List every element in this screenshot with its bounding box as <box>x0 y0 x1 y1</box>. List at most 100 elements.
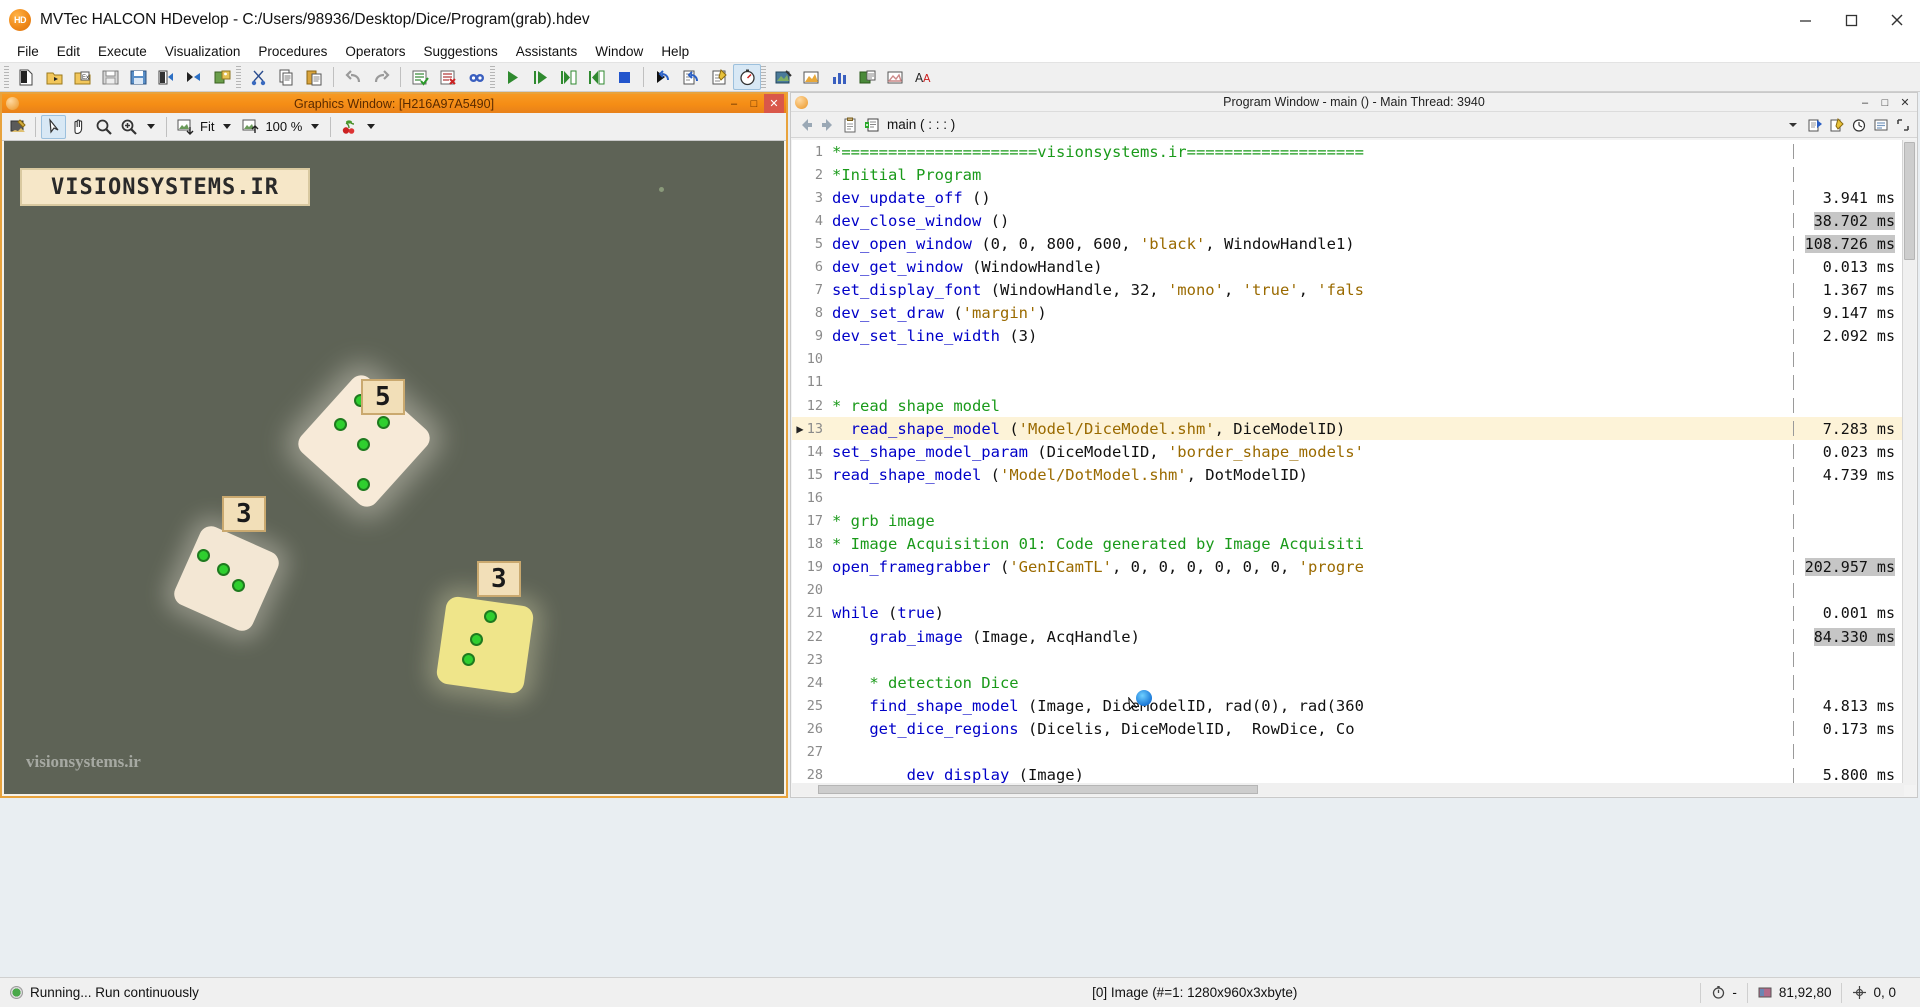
code-horizontal-scrollbar-thumb[interactable] <box>818 785 1258 794</box>
code-line[interactable]: 23 <box>792 648 1904 671</box>
run-icon[interactable] <box>498 64 526 90</box>
program-maximize-button[interactable]: □ <box>1875 93 1895 112</box>
nav-back-icon[interactable] <box>795 114 817 136</box>
code-line[interactable]: 4dev_close_window ()38.702 ms <box>792 209 1904 232</box>
undo-icon[interactable] <box>339 64 367 90</box>
save-program-icon[interactable] <box>96 64 124 90</box>
paste-icon[interactable] <box>300 64 328 90</box>
continue-icon[interactable] <box>677 64 705 90</box>
code-line[interactable]: 10 <box>792 348 1904 371</box>
open-program-icon[interactable] <box>40 64 68 90</box>
feature-plot-icon[interactable] <box>881 64 909 90</box>
program-window-title-bar[interactable]: Program Window - main () - Main Thread: … <box>791 93 1917 112</box>
code-line[interactable]: 21while (true)0.001 ms <box>792 602 1904 625</box>
code-line[interactable]: 14set_shape_model_param (DiceModelID, 'b… <box>792 440 1904 463</box>
stop-icon[interactable] <box>610 64 638 90</box>
cut-icon[interactable] <box>244 64 272 90</box>
code-editor[interactable]: 1*=====================visionsystems.ir=… <box>792 140 1904 785</box>
new-program-icon[interactable] <box>12 64 40 90</box>
code-line[interactable]: ▶13 read_shape_model ('Model/DiceModel.s… <box>792 417 1904 440</box>
toolbar-grip-3[interactable] <box>490 66 495 88</box>
code-line[interactable]: 12* read shape model <box>792 394 1904 417</box>
code-line[interactable]: 11 <box>792 371 1904 394</box>
step-into-icon[interactable] <box>554 64 582 90</box>
maximize-button[interactable] <box>1828 0 1874 40</box>
cherry-color-icon[interactable] <box>336 115 361 139</box>
step-over-icon[interactable] <box>526 64 554 90</box>
code-line[interactable]: 1*=====================visionsystems.ir=… <box>792 140 1904 163</box>
image-variable-icon[interactable] <box>769 64 797 90</box>
menu-file[interactable]: File <box>8 44 48 59</box>
code-line[interactable]: 20 <box>792 579 1904 602</box>
code-line[interactable]: 16 <box>792 486 1904 509</box>
menu-edit[interactable]: Edit <box>48 44 89 59</box>
edit-icon[interactable] <box>1826 114 1848 136</box>
chevron-down-icon[interactable] <box>1782 114 1804 136</box>
save-as-icon[interactable] <box>124 64 152 90</box>
code-line[interactable]: 8dev_set_draw ('margin')9.147 ms <box>792 302 1904 325</box>
clipboard-icon[interactable] <box>839 114 861 136</box>
zoom-dropdown-caret-icon[interactable] <box>147 124 155 129</box>
code-line[interactable]: 15read_shape_model ('Model/DotModel.shm'… <box>792 463 1904 486</box>
program-close-button[interactable]: ✕ <box>1895 93 1915 112</box>
settings-icon[interactable] <box>1870 114 1892 136</box>
toolbar-grip-4[interactable] <box>761 66 766 88</box>
fit-image-icon[interactable] <box>172 115 197 139</box>
redo-icon[interactable] <box>367 64 395 90</box>
code-vertical-scrollbar[interactable] <box>1902 140 1916 785</box>
nav-forward-icon[interactable] <box>817 114 839 136</box>
code-line[interactable]: 24 * detection Dice <box>792 671 1904 694</box>
code-line[interactable]: 18* Image Acquisition 01: Code generated… <box>792 533 1904 556</box>
menu-help[interactable]: Help <box>652 44 698 59</box>
code-line[interactable]: 5dev_open_window (0, 0, 800, 600, 'black… <box>792 232 1904 255</box>
toolbar-grip[interactable] <box>4 66 9 88</box>
code-line[interactable]: 27 <box>792 740 1904 763</box>
zoom-level-dropdown-caret-icon[interactable] <box>311 124 319 129</box>
graphics-minimize-button[interactable]: – <box>724 94 744 113</box>
procedure-icon[interactable] <box>861 114 883 136</box>
insert-operator-icon[interactable] <box>1804 114 1826 136</box>
code-line[interactable]: 22 grab_image (Image, AcqHandle)84.330 m… <box>792 625 1904 648</box>
code-line[interactable]: 3dev_update_off ()3.941 ms <box>792 186 1904 209</box>
select-arrow-icon[interactable] <box>41 115 66 139</box>
toolbar-grip-2[interactable] <box>236 66 241 88</box>
procedure-name[interactable]: main ( : : : ) <box>887 117 955 132</box>
code-line[interactable]: 17* grb image <box>792 510 1904 533</box>
profiling-icon[interactable] <box>733 64 761 90</box>
close-button[interactable] <box>1874 0 1920 40</box>
code-line[interactable]: 28 dev_display (Image)5.800 ms <box>792 764 1904 785</box>
code-line[interactable]: 7set_display_font (WindowHandle, 32, 'mo… <box>792 279 1904 302</box>
code-line[interactable]: 2*Initial Program <box>792 163 1904 186</box>
menu-operators[interactable]: Operators <box>336 44 414 59</box>
zoom-level-icon[interactable] <box>237 115 262 139</box>
code-vertical-scrollbar-thumb[interactable] <box>1904 142 1915 260</box>
menu-execute[interactable]: Execute <box>89 44 156 59</box>
code-line[interactable]: 6dev_get_window (WindowHandle)0.013 ms <box>792 255 1904 278</box>
import-program-icon[interactable] <box>152 64 180 90</box>
expand-icon[interactable] <box>1892 114 1914 136</box>
uncomment-icon[interactable] <box>434 64 462 90</box>
pan-hand-icon[interactable] <box>66 115 91 139</box>
zoom-in-icon[interactable] <box>116 115 141 139</box>
display-image-icon[interactable] <box>853 64 881 90</box>
code-horizontal-scrollbar[interactable] <box>792 783 1904 796</box>
open-example-icon[interactable]: Ex <box>68 64 96 90</box>
fit-dropdown-caret-icon[interactable] <box>223 124 231 129</box>
menu-procedures[interactable]: Procedures <box>249 44 336 59</box>
reset-program-counter-icon[interactable] <box>649 64 677 90</box>
menu-window[interactable]: Window <box>586 44 652 59</box>
menu-visualization[interactable]: Visualization <box>156 44 250 59</box>
find-icon[interactable] <box>462 64 490 90</box>
code-line[interactable]: 26 get_dice_regions (Dicelis, DiceModelI… <box>792 717 1904 740</box>
program-minimize-button[interactable]: – <box>1855 93 1875 112</box>
image-acquisition-icon[interactable] <box>208 64 236 90</box>
magnifier-icon[interactable] <box>91 115 116 139</box>
step-out-icon[interactable] <box>582 64 610 90</box>
export-program-icon[interactable] <box>180 64 208 90</box>
draw-mode-icon[interactable] <box>5 115 30 139</box>
graphics-canvas[interactable]: VISIONSYSTEMS.IR 5 3 3 <box>4 141 784 794</box>
copy-icon[interactable] <box>272 64 300 90</box>
graphics-window-title-bar[interactable]: Graphics Window: [H216A97A5490] – □ ✕ <box>2 94 786 113</box>
code-line[interactable]: 25 find_shape_model (Image, DiceModelID,… <box>792 694 1904 717</box>
clock-icon[interactable] <box>1848 114 1870 136</box>
